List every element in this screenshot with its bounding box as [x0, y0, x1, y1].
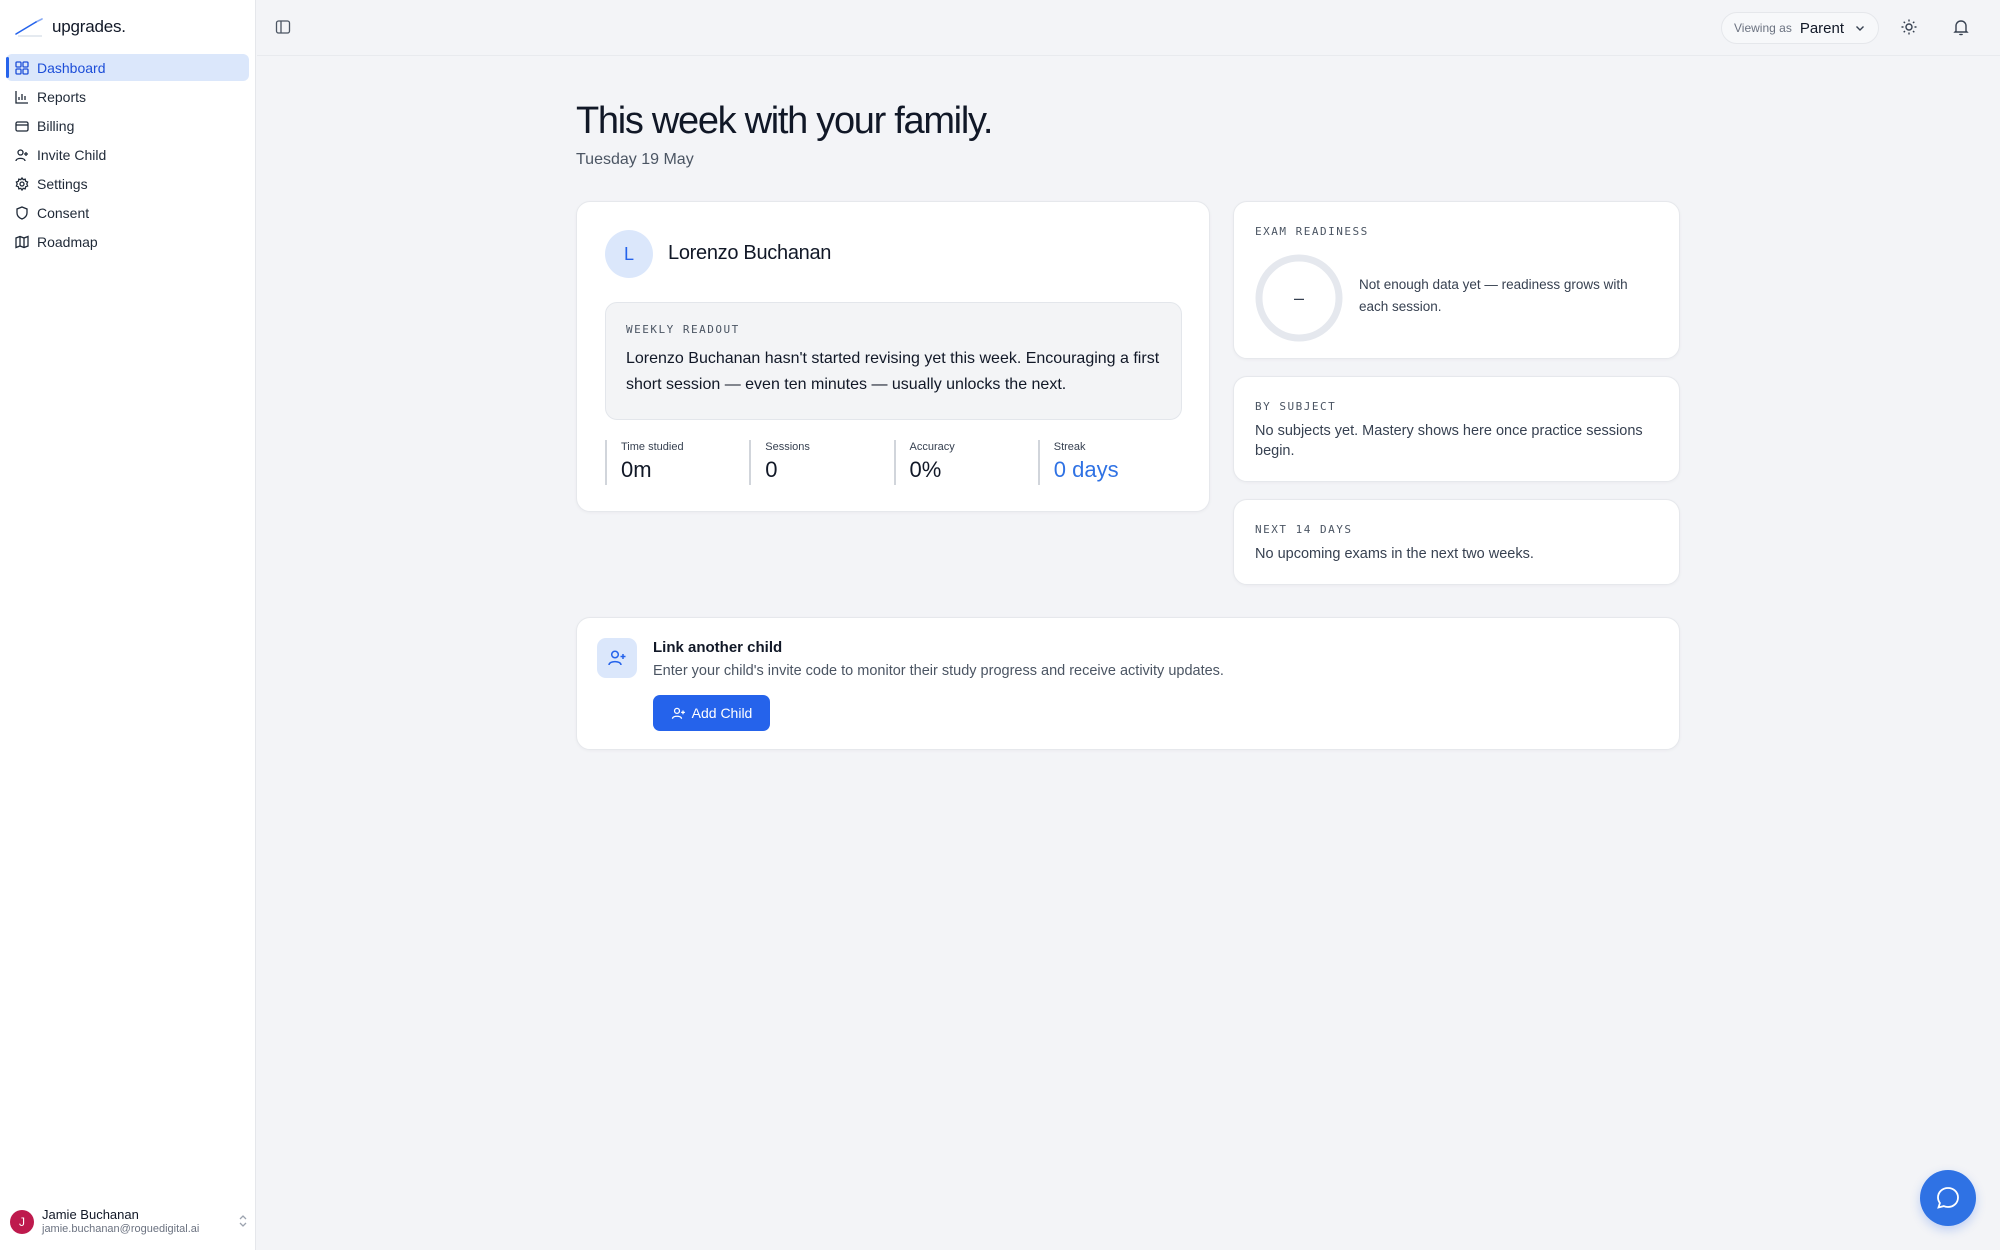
- stat-value: 0 days: [1053, 457, 1119, 482]
- sidebar-item-reports[interactable]: Reports: [6, 83, 249, 110]
- viewing-as-value: Parent: [1799, 19, 1845, 37]
- user-email: jamie.buchanan@roguedigital.ai: [42, 1223, 200, 1236]
- brand[interactable]: upgrades.: [14, 14, 126, 40]
- stat-value: 0%: [909, 457, 942, 482]
- stat-streak: Streak 0 days: [1037, 440, 1182, 485]
- sidebar-item-label: Reports: [37, 88, 87, 105]
- user-meta: Jamie Buchanan jamie.buchanan@roguedigit…: [42, 1207, 230, 1236]
- sidebar-item-label: Invite Child: [37, 146, 107, 163]
- next-14-days-text: No upcoming exams in the next two weeks.: [1255, 546, 1534, 562]
- sidebar-item-roadmap[interactable]: Roadmap: [6, 228, 249, 255]
- sidebar-item-label: Roadmap: [37, 233, 98, 250]
- sidebar-item-label: Settings: [37, 175, 88, 192]
- chat-button[interactable]: [1920, 1170, 1976, 1226]
- child-name: Lorenzo Buchanan: [668, 242, 832, 264]
- user-name: Jamie Buchanan: [42, 1207, 139, 1223]
- child-card: L Lorenzo Buchanan WEEKLY READOUT Lorenz…: [576, 201, 1210, 512]
- logo-icon: [15, 18, 43, 37]
- topbar: Viewing as Parent: [257, 0, 2000, 56]
- sidebar-item-settings[interactable]: Settings: [6, 170, 249, 197]
- link-child-description: Enter your child's invite code to monito…: [653, 663, 1224, 679]
- sidebar-item-consent[interactable]: Consent: [6, 199, 249, 226]
- add-child-label: Add Child: [691, 705, 753, 721]
- child-avatar: L: [605, 230, 653, 278]
- readiness-value: –: [1293, 287, 1304, 308]
- sidebar-item-label: Consent: [37, 204, 90, 221]
- credit-card-icon: [15, 119, 29, 133]
- user-menu[interactable]: J Jamie Buchanan jamie.buchanan@roguedig…: [10, 1206, 248, 1238]
- sidebar: upgrades. Dashboard Reports Billing Invi…: [0, 0, 256, 1250]
- viewing-as-select[interactable]: Viewing as Parent: [1721, 12, 1879, 44]
- exam-readiness-text: Not enough data yet — readiness grows wi…: [1359, 277, 1628, 314]
- link-child-card: Link another child Enter your child's in…: [576, 617, 1680, 750]
- sidebar-nav: Dashboard Reports Billing Invite Child S…: [6, 54, 249, 257]
- add-child-button[interactable]: Add Child: [653, 695, 770, 731]
- stat-label: Sessions: [765, 441, 810, 453]
- stat-label: Time studied: [621, 441, 684, 453]
- stat-accuracy: Accuracy 0%: [893, 440, 1038, 485]
- next-14-days-card: NEXT 14 DAYS No upcoming exams in the ne…: [1233, 499, 1680, 585]
- shield-icon: [15, 205, 29, 220]
- bell-icon[interactable]: [1952, 18, 1972, 38]
- avatar: J: [10, 1210, 34, 1234]
- user-plus-icon: [671, 707, 685, 719]
- sidebar-item-dashboard[interactable]: Dashboard: [6, 54, 249, 81]
- readout-title: WEEKLY READOUT: [626, 323, 740, 336]
- by-subject-title: BY SUBJECT: [1255, 400, 1337, 413]
- chevron-down-icon: [1856, 26, 1865, 31]
- chevron-up-down-icon: [238, 1214, 248, 1231]
- stat-time-studied: Time studied 0m: [605, 440, 749, 485]
- sidebar-toggle-icon[interactable]: [275, 19, 293, 37]
- by-subject-text: No subjects yet. Mastery shows here once…: [1255, 423, 1643, 459]
- viewing-as-label: Viewing as: [1734, 21, 1792, 35]
- chat-bubble-icon: [1937, 1187, 1959, 1209]
- stat-label: Streak: [1053, 441, 1086, 453]
- sidebar-item-label: Billing: [37, 117, 75, 134]
- stat-value: 0m: [621, 457, 652, 482]
- page-date: Tuesday 19 May: [576, 151, 694, 168]
- readout-text: Lorenzo Buchanan hasn't started revising…: [626, 350, 1160, 393]
- stat-label: Accuracy: [909, 441, 955, 453]
- by-subject-card: BY SUBJECT No subjects yet. Mastery show…: [1233, 376, 1680, 482]
- exam-readiness-title: EXAM READINESS: [1255, 225, 1369, 238]
- app: upgrades. Dashboard Reports Billing Invi…: [0, 0, 2000, 1250]
- map-icon: [15, 235, 29, 249]
- next-14-days-title: NEXT 14 DAYS: [1255, 523, 1353, 536]
- brand-name: upgrades.: [52, 17, 126, 36]
- page-title: This week with your family.: [576, 100, 993, 142]
- bar-chart-icon: [15, 90, 29, 104]
- user-plus-icon: [15, 148, 29, 162]
- stat-sessions: Sessions 0: [749, 440, 893, 485]
- link-child-title: Link another child: [653, 639, 783, 656]
- weekly-readout: WEEKLY READOUT Lorenzo Buchanan hasn't s…: [605, 302, 1182, 420]
- user-plus-icon: [597, 638, 637, 678]
- sidebar-item-invite-child[interactable]: Invite Child: [6, 141, 249, 168]
- exam-readiness-card: EXAM READINESS – Not enough data yet — r…: [1233, 201, 1680, 359]
- stat-value: 0: [765, 457, 778, 482]
- sidebar-item-label: Dashboard: [37, 59, 106, 76]
- grid-icon: [15, 60, 29, 75]
- theme-toggle-sun-icon[interactable]: [1900, 18, 1920, 38]
- sidebar-item-billing[interactable]: Billing: [6, 112, 249, 139]
- gear-icon: [15, 176, 29, 191]
- stats-row: Time studied 0m Sessions 0 Accuracy 0% S…: [605, 440, 1182, 485]
